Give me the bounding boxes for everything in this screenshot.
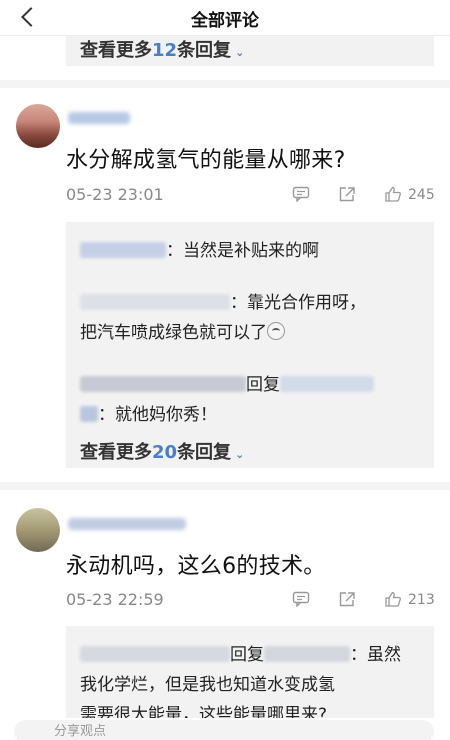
reply-target-blurred (80, 406, 98, 422)
avatar[interactable] (16, 104, 60, 148)
like-icon[interactable] (384, 186, 402, 202)
reply-item-continued: 我化学烂，但是我也知道水变成氢 (80, 675, 335, 695)
like-count: 245 (408, 187, 435, 203)
replier-name-blurred (80, 646, 230, 662)
reply-box: ：当然是补贴来的啊 ：靠光合作用呀， 把汽车喷成绿色就可以了 回复 ：就他妈你秀… (66, 222, 434, 468)
reply-box: 回复 ：虽然 我化学烂，但是我也知道水变成氢 需要很大能量，这些能量哪里来? (66, 626, 434, 718)
reply-icon[interactable] (292, 186, 310, 202)
comment-timestamp: 05-23 23:01 (66, 185, 164, 204)
reply-target-blurred (280, 376, 374, 392)
comment-text: 永动机吗，这么6的技术。 (66, 554, 326, 579)
view-more-replies-link[interactable]: 查看更多12条回复 ⌄ (80, 36, 244, 62)
divider (0, 80, 450, 88)
like-icon[interactable] (384, 591, 402, 607)
like-count: 213 (408, 592, 435, 608)
replier-name-blurred (80, 376, 246, 392)
emoji-icon (267, 322, 285, 340)
reply-item[interactable]: 回复 ：虽然 (80, 640, 401, 665)
reply-item-continued: ：就他妈你秀！ (80, 400, 217, 425)
reply-box-previous: 查看更多12条回复 ⌄ (66, 36, 434, 66)
reply-item-continued: 把汽车喷成绿色就可以了 (80, 318, 285, 343)
divider (0, 482, 450, 490)
reply-item[interactable]: ：靠光合作用呀， (80, 288, 366, 313)
chevron-down-icon: ⌄ (235, 46, 245, 59)
replier-name-blurred (80, 294, 230, 310)
avatar[interactable] (16, 508, 60, 552)
replier-name-blurred (80, 242, 166, 258)
comment-timestamp: 05-23 22:59 (66, 590, 164, 609)
username-blurred[interactable] (68, 112, 130, 124)
share-icon[interactable] (338, 186, 356, 202)
username-blurred[interactable] (68, 518, 186, 530)
reply-item-continued: 需要很大能量，这些能量哪里来? (80, 705, 328, 718)
page-title: 全部评论 (191, 11, 259, 31)
comment-text: 水分解成氢气的能量从哪来? (66, 148, 346, 173)
reply-target-blurred (264, 646, 350, 662)
bottom-bar: 分享观点 (0, 718, 450, 740)
reply-icon[interactable] (292, 591, 310, 607)
top-bar: 全部评论 (0, 0, 450, 36)
reply-item[interactable]: 回复 (80, 370, 374, 395)
share-icon[interactable] (338, 591, 356, 607)
chevron-down-icon: ⌄ (235, 448, 245, 461)
comment-input[interactable]: 分享观点 (14, 720, 434, 740)
view-more-replies-link[interactable]: 查看更多20条回复 ⌄ (80, 438, 244, 464)
reply-item[interactable]: ：当然是补贴来的啊 (80, 236, 319, 261)
